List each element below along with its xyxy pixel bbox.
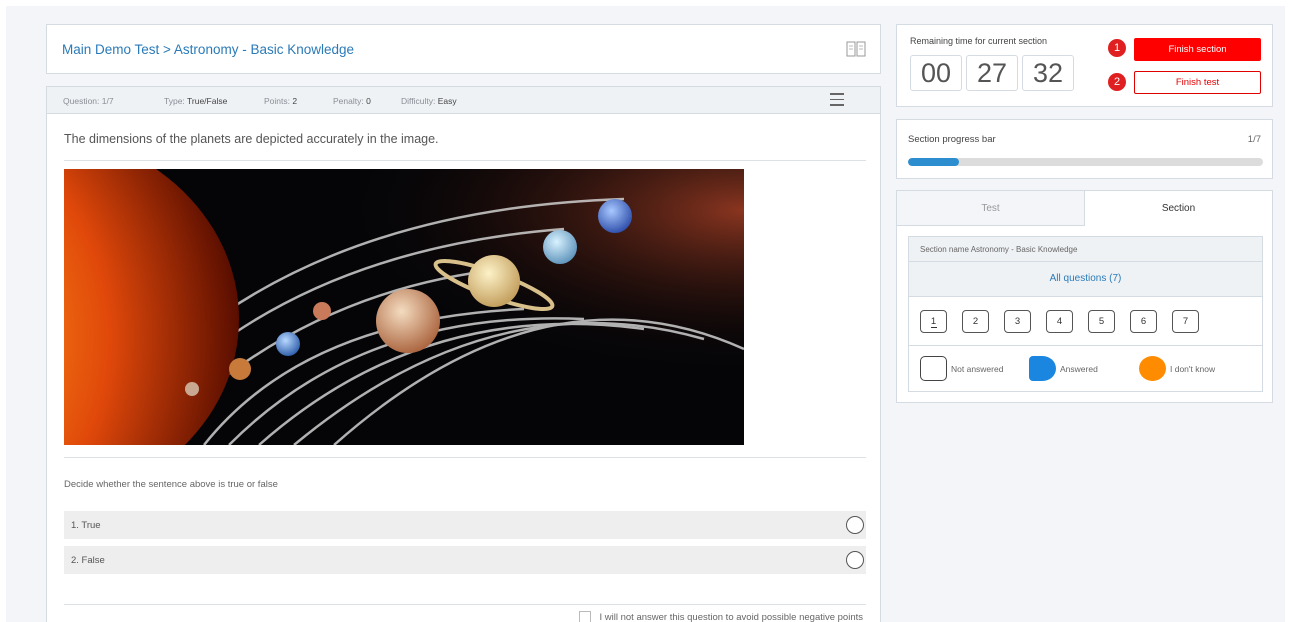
question-button-2[interactable]: 2 xyxy=(962,309,989,333)
status-legend: Not answered Answered I don't know xyxy=(909,346,1262,392)
timer-hours: 00 xyxy=(910,55,962,91)
radio-button[interactable] xyxy=(846,551,864,569)
legend-dont-know: I don't know xyxy=(1170,364,1216,374)
divider xyxy=(64,604,866,605)
answered-swatch xyxy=(1029,356,1056,381)
question-type: Type: True/False xyxy=(164,96,228,106)
progress-bar xyxy=(908,158,1263,166)
divider xyxy=(64,457,866,458)
question-difficulty: Difficulty: Easy xyxy=(401,96,457,106)
answer-option-label: 1. True xyxy=(71,520,101,531)
section-name: Section name Astronomy - Basic Knowledge xyxy=(909,237,1262,262)
question-button-4[interactable]: 4 xyxy=(1046,309,1073,333)
timer-seconds: 32 xyxy=(1022,55,1074,91)
question-points: Points: 2 xyxy=(264,96,298,106)
divider xyxy=(64,160,866,161)
timer-panel: Remaining time for current section 00 27… xyxy=(896,24,1273,107)
book-icon[interactable] xyxy=(846,41,866,57)
legend-answered: Answered xyxy=(1060,364,1098,374)
all-questions-link[interactable]: All questions (7) xyxy=(909,262,1262,297)
page-background: Main Demo Test > Astronomy - Basic Knowl… xyxy=(6,6,1285,622)
question-button-1[interactable]: 1 xyxy=(920,309,947,333)
breadcrumb[interactable]: Main Demo Test > Astronomy - Basic Knowl… xyxy=(62,42,354,57)
question-number: Question: 1/7 xyxy=(63,96,114,106)
test-header: Main Demo Test > Astronomy - Basic Knowl… xyxy=(46,24,881,74)
finish-section-button[interactable]: Finish section xyxy=(1134,38,1261,61)
tab-section[interactable]: Section xyxy=(1085,191,1272,226)
hamburger-menu-icon[interactable] xyxy=(830,93,844,107)
radio-button[interactable] xyxy=(846,516,864,534)
solar-system-illustration xyxy=(64,169,744,445)
answer-option-label: 2. False xyxy=(71,555,105,566)
annotation-badge-2: 2 xyxy=(1108,73,1126,91)
dont-know-swatch xyxy=(1139,356,1166,381)
timer-minutes: 27 xyxy=(966,55,1018,91)
not-answered-swatch xyxy=(920,356,947,381)
tab-test[interactable]: Test xyxy=(897,191,1085,226)
progress-bar-fill xyxy=(908,158,959,166)
question-button-5[interactable]: 5 xyxy=(1088,309,1115,333)
countdown-timer: 00 27 32 xyxy=(910,55,1074,91)
finish-test-button[interactable]: Finish test xyxy=(1134,71,1261,94)
legend-not-answered: Not answered xyxy=(951,364,1004,374)
skip-question-option[interactable]: I will not answer this question to avoid… xyxy=(579,611,863,622)
question-number-grid: 1 2 3 4 5 6 7 xyxy=(909,297,1262,346)
annotation-badge-1: 1 xyxy=(1108,39,1126,57)
question-meta-bar: Question: 1/7 Type: True/False Points: 2… xyxy=(46,86,881,114)
progress-label: Section progress bar xyxy=(908,134,996,145)
section-progress-panel: Section progress bar 1/7 xyxy=(896,119,1273,179)
question-text: The dimensions of the planets are depict… xyxy=(64,132,439,146)
skip-label: I will not answer this question to avoid… xyxy=(599,611,863,622)
navigator-tabs: Test Section xyxy=(897,191,1272,226)
question-button-6[interactable]: 6 xyxy=(1130,309,1157,333)
skip-checkbox[interactable] xyxy=(579,611,592,622)
question-button-3[interactable]: 3 xyxy=(1004,309,1031,333)
timer-label: Remaining time for current section xyxy=(910,36,1048,46)
answer-option-false[interactable]: 2. False xyxy=(64,546,866,574)
question-button-7[interactable]: 7 xyxy=(1172,309,1199,333)
section-question-list: Section name Astronomy - Basic Knowledge… xyxy=(908,236,1263,392)
progress-count: 1/7 xyxy=(1247,134,1261,145)
question-panel: The dimensions of the planets are depict… xyxy=(46,113,881,622)
question-navigator: Test Section Section name Astronomy - Ba… xyxy=(896,190,1273,403)
question-penalty: Penalty: 0 xyxy=(333,96,371,106)
question-instruction: Decide whether the sentence above is tru… xyxy=(64,479,278,490)
answer-option-true[interactable]: 1. True xyxy=(64,511,866,539)
